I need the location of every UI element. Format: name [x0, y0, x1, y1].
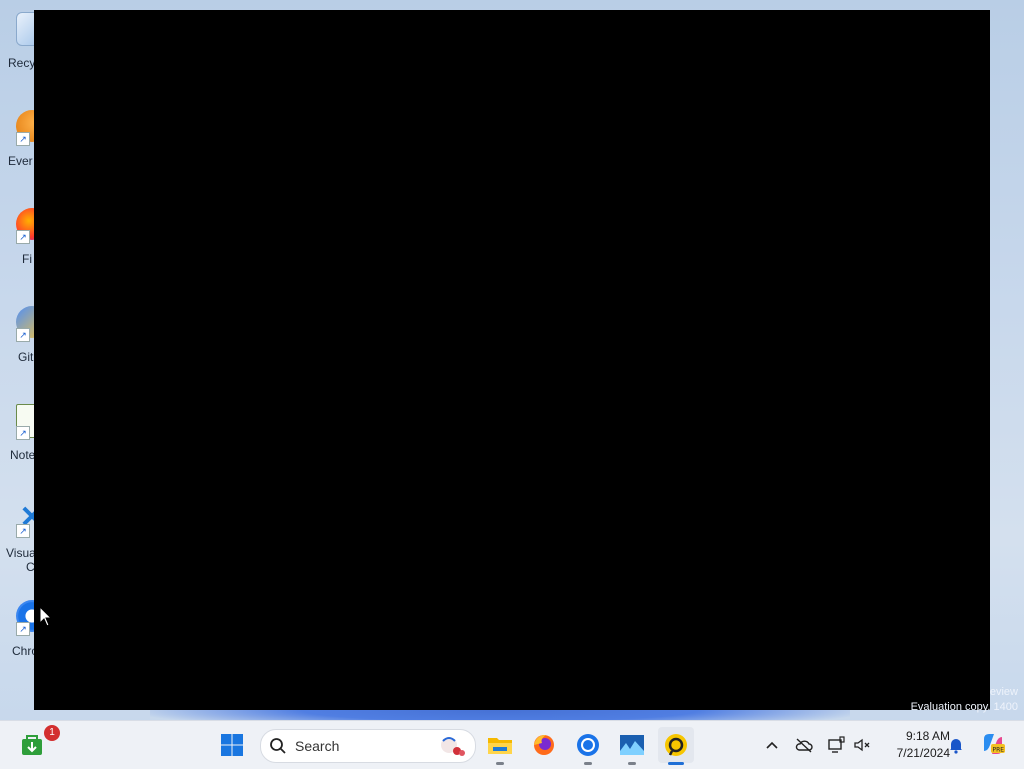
app-window-blank[interactable]	[34, 10, 990, 710]
svg-text:PRE: PRE	[993, 747, 1005, 754]
windows-start-icon	[221, 734, 243, 756]
volume-button[interactable]	[852, 735, 872, 755]
show-hidden-icons-button[interactable]	[762, 735, 782, 755]
active-app-button[interactable]	[658, 727, 694, 765]
chevron-up-icon	[766, 741, 778, 749]
running-indicator	[628, 762, 636, 765]
copilot-icon: PRE	[984, 734, 1005, 754]
clock-date: 7/21/2024	[896, 746, 950, 760]
mouse-cursor-icon	[39, 606, 53, 627]
taskbar-search[interactable]: Search	[260, 729, 476, 763]
copilot-button[interactable]: PRE	[980, 731, 1006, 757]
notifications-button[interactable]	[946, 735, 966, 755]
file-explorer-icon	[488, 738, 512, 754]
shortcut-arrow-icon: ↗	[16, 524, 30, 538]
search-placeholder: Search	[295, 738, 340, 754]
firefox-icon	[534, 735, 554, 755]
firefox-button[interactable]	[526, 727, 562, 763]
running-indicator	[496, 762, 504, 765]
file-explorer-button[interactable]	[482, 727, 518, 765]
active-indicator	[668, 762, 684, 765]
unknown-app-icon	[665, 734, 687, 756]
photo-viewer-icon	[620, 735, 644, 755]
start-button[interactable]	[214, 727, 250, 763]
onedrive-button[interactable]	[794, 735, 814, 755]
watermark-line2: Evaluation copy. 1400	[910, 701, 1018, 713]
bell-icon	[950, 739, 962, 754]
volume-muted-icon	[854, 738, 870, 752]
network-button[interactable]	[826, 735, 846, 755]
photo-viewer-button[interactable]	[614, 727, 650, 765]
running-indicator	[584, 762, 592, 765]
shortcut-arrow-icon: ↗	[16, 230, 30, 244]
cloud-offline-icon	[795, 738, 813, 753]
store-button[interactable]: 1	[14, 725, 60, 763]
search-highlight-icon	[441, 737, 465, 756]
taskbar: 1 Search 9:18 AM 7/21/2024 PRE	[0, 720, 1024, 769]
clock-time: 9:18 AM	[905, 729, 950, 743]
shortcut-arrow-icon: ↗	[16, 328, 30, 342]
network-icon	[828, 736, 845, 753]
shortcut-arrow-icon: ↗	[16, 132, 30, 146]
shortcut-arrow-icon: ↗	[16, 622, 30, 636]
watermark-line1: eview	[989, 686, 1018, 698]
chrome-button[interactable]	[570, 727, 606, 765]
notification-badge: 1	[44, 725, 60, 741]
clock[interactable]: 9:18 AM 7/21/2024	[876, 728, 950, 762]
shortcut-arrow-icon: ↗	[16, 426, 30, 440]
chrome-icon	[577, 734, 599, 756]
search-icon	[270, 738, 286, 754]
